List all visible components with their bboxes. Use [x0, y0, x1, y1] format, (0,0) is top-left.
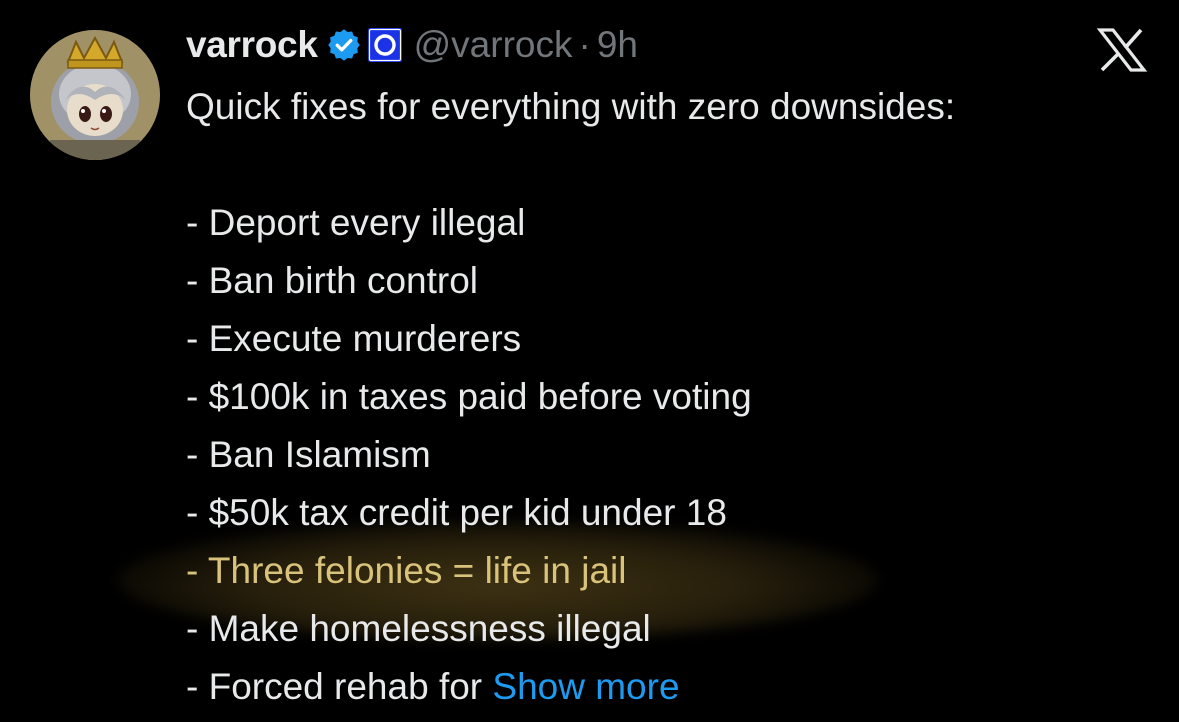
list-item-truncated: - Forced rehab for Show more	[186, 658, 1166, 716]
list-item: - Deport every illegal	[186, 202, 526, 243]
list-item: - Ban birth control	[186, 260, 479, 301]
show-more-link[interactable]: Show more	[492, 666, 679, 707]
timestamp[interactable]: 9h	[597, 24, 638, 66]
display-name[interactable]: varrock	[186, 24, 318, 66]
user-handle[interactable]: @varrock	[414, 24, 573, 66]
avatar[interactable]	[30, 30, 160, 160]
list-item: - Make homelessness illegal	[186, 608, 651, 649]
list-item: - $50k tax credit per kid under 18	[186, 492, 727, 533]
list-item-highlighted: - Three felonies = life in jail	[186, 550, 627, 591]
tweet-header: varrock @varrock · 9h	[186, 20, 638, 70]
list-item: - Ban Islamism	[186, 434, 431, 475]
tweet-body: Quick fixes for everything with zero dow…	[186, 78, 1166, 716]
x-logo-icon[interactable]	[1096, 28, 1148, 72]
affiliate-o-icon[interactable]	[367, 28, 402, 62]
separator-dot: ·	[578, 24, 591, 65]
tweet-intro: Quick fixes for everything with zero dow…	[186, 86, 956, 127]
verified-badge-icon[interactable]	[326, 27, 362, 63]
truncated-text: - Forced rehab for	[186, 666, 493, 707]
list-item: - $100k in taxes paid before voting	[186, 376, 752, 417]
tweet-card: varrock @varrock · 9h Quick fixes for ev…	[0, 0, 1179, 722]
list-item: - Execute murderers	[186, 318, 522, 359]
